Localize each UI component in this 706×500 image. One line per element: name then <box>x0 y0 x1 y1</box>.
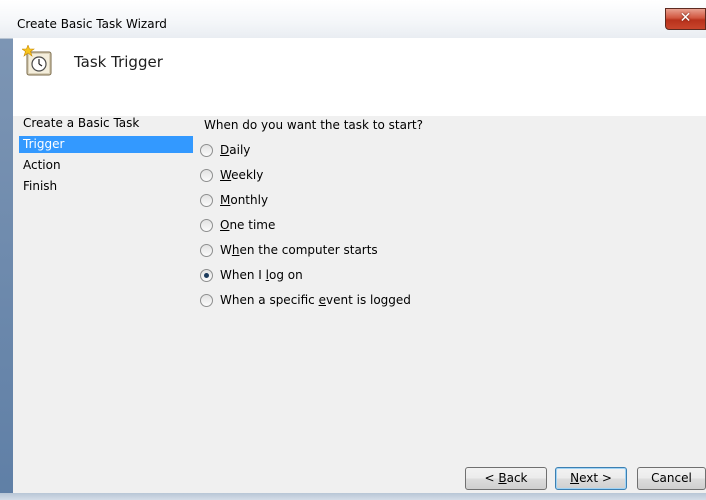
page-title: Task Trigger <box>74 53 163 71</box>
radio-option-event-logged[interactable]: When a specific event is logged <box>200 291 411 309</box>
clock-task-icon <box>22 45 52 76</box>
radio-button[interactable] <box>200 143 213 157</box>
radio-button[interactable] <box>200 218 213 232</box>
radio-button[interactable] <box>200 243 213 257</box>
radio-label[interactable]: When I log on <box>220 268 303 282</box>
radio-button[interactable] <box>200 193 213 207</box>
radio-label[interactable]: One time <box>220 218 275 232</box>
radio-label[interactable]: Monthly <box>220 193 268 207</box>
radio-label[interactable]: Daily <box>220 143 250 157</box>
wizard-window: Create Basic Task Wizard ✕ Task Trigger … <box>0 0 706 500</box>
title-bar[interactable]: Create Basic Task Wizard ✕ <box>0 0 706 39</box>
nav-step-action: Action <box>23 158 61 172</box>
wizard-header: Task Trigger <box>13 38 706 116</box>
radio-option-daily[interactable]: Daily <box>200 141 250 159</box>
wizard-body: Create a Basic Task Trigger Action Finis… <box>13 116 706 493</box>
radio-button[interactable] <box>200 168 213 182</box>
radio-option-monthly[interactable]: Monthly <box>200 191 268 209</box>
window-title: Create Basic Task Wizard <box>17 17 167 31</box>
cancel-button[interactable]: Cancel <box>637 467 706 490</box>
window-bottom-border <box>0 493 706 500</box>
close-button[interactable]: ✕ <box>665 8 706 30</box>
radio-option-log-on[interactable]: When I log on <box>200 266 303 284</box>
radio-option-computer-starts[interactable]: When the computer starts <box>200 241 378 259</box>
close-icon: ✕ <box>679 10 692 26</box>
next-button[interactable]: Next > <box>555 467 627 490</box>
nav-step-trigger: Trigger <box>19 136 193 153</box>
back-button[interactable]: < Back <box>465 467 547 490</box>
wizard-client-area: Task Trigger Create a Basic Task Trigger… <box>13 38 706 493</box>
radio-option-one-time[interactable]: One time <box>200 216 275 234</box>
nav-step-finish: Finish <box>23 179 58 193</box>
nav-step-create-basic-task: Create a Basic Task <box>23 116 140 130</box>
radio-button-checked[interactable] <box>200 268 213 282</box>
radio-label[interactable]: When the computer starts <box>220 243 378 257</box>
radio-label[interactable]: Weekly <box>220 168 263 182</box>
radio-option-weekly[interactable]: Weekly <box>200 166 263 184</box>
radio-button[interactable] <box>200 293 213 307</box>
trigger-prompt: When do you want the task to start? <box>204 118 423 132</box>
radio-label[interactable]: When a specific event is logged <box>220 293 411 307</box>
